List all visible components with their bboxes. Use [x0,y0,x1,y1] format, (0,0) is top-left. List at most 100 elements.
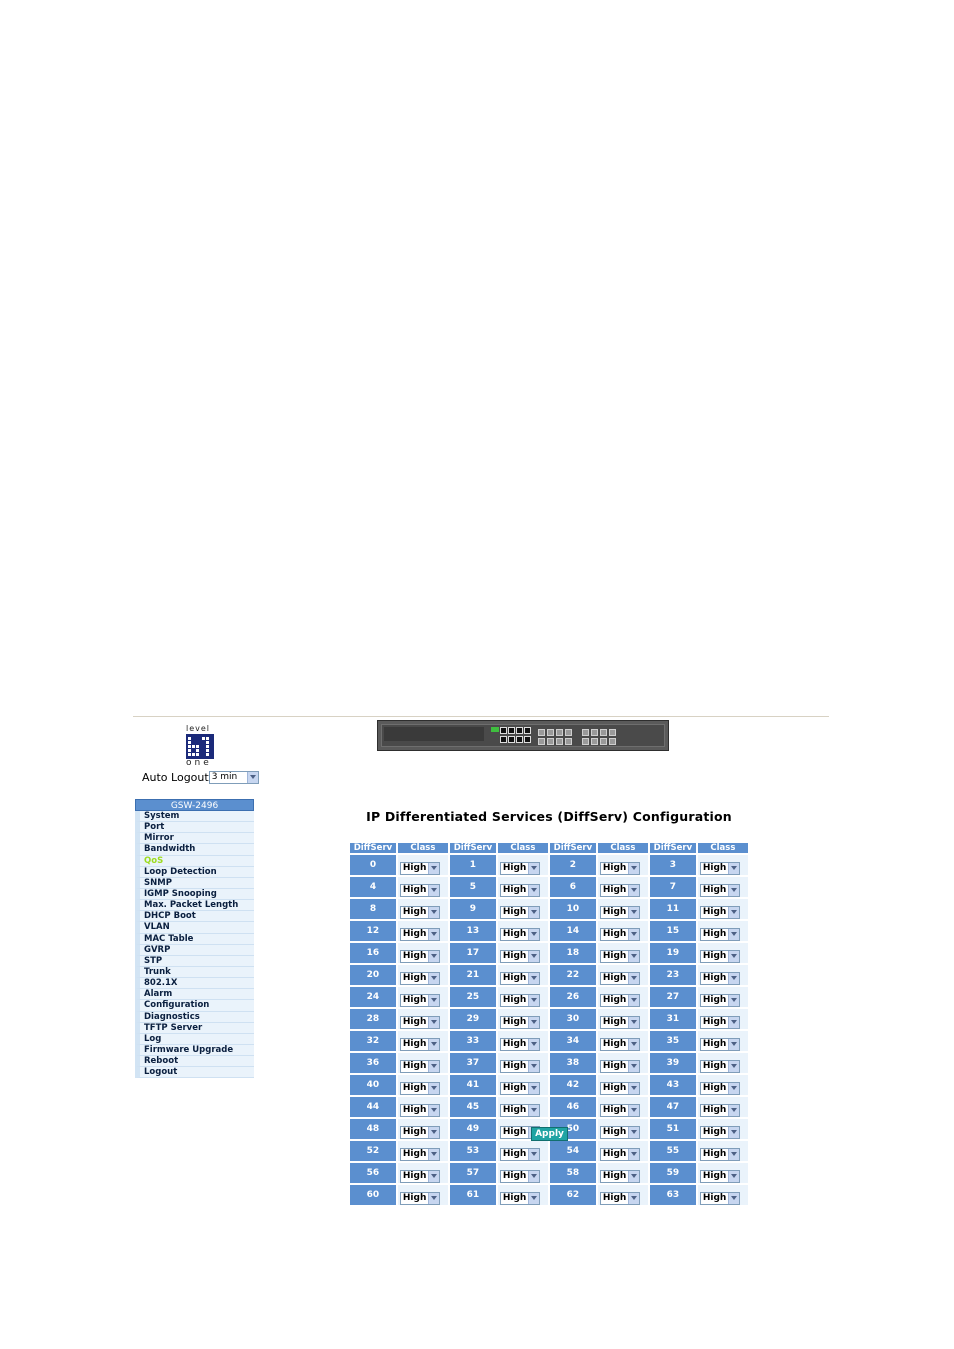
chevron-down-icon[interactable] [628,1061,639,1072]
chevron-down-icon[interactable] [428,995,439,1006]
chevron-down-icon[interactable] [628,863,639,874]
chevron-down-icon[interactable] [728,1127,739,1138]
class-select[interactable]: High [699,1192,740,1205]
chevron-down-icon[interactable] [428,1083,439,1094]
sidebar-item-log[interactable]: Log [135,1033,254,1045]
sidebar-item-system[interactable]: System [135,811,254,823]
chevron-down-icon[interactable] [528,1017,539,1028]
class-select[interactable]: High [699,906,740,919]
chevron-down-icon[interactable] [528,885,539,896]
chevron-down-icon[interactable] [728,907,739,918]
chevron-down-icon[interactable] [728,995,739,1006]
chevron-down-icon[interactable] [528,1193,539,1204]
sidebar-item-igmp-snooping[interactable]: IGMP Snooping [135,888,254,901]
class-select[interactable]: High [699,1126,740,1139]
class-select[interactable]: High [499,972,540,985]
class-select[interactable]: High [699,862,740,875]
chevron-down-icon[interactable] [728,951,739,962]
chevron-down-icon[interactable] [528,973,539,984]
auto-logout-select[interactable]: 3 min [208,770,259,784]
chevron-down-icon[interactable] [428,907,439,918]
class-select[interactable]: High [499,1016,540,1029]
chevron-down-icon[interactable] [628,1105,639,1116]
chevron-down-icon[interactable] [628,907,639,918]
sidebar-item-port[interactable]: Port [135,822,254,834]
class-select[interactable]: High [399,862,440,875]
chevron-down-icon[interactable] [728,1193,739,1204]
class-select[interactable]: High [699,1060,740,1073]
chevron-down-icon[interactable] [428,1039,439,1050]
class-select[interactable]: High [499,862,540,875]
chevron-down-icon[interactable] [628,1017,639,1028]
sidebar-item-vlan[interactable]: VLAN [135,922,254,934]
class-select[interactable]: High [599,1170,640,1183]
chevron-down-icon[interactable] [428,1127,439,1138]
sidebar-item-logout[interactable]: Logout [135,1067,254,1079]
class-select[interactable]: High [599,862,640,875]
chevron-down-icon[interactable] [428,973,439,984]
chevron-down-icon[interactable] [528,951,539,962]
sidebar-item-bandwidth[interactable]: Bandwidth [135,844,254,856]
class-select[interactable]: High [599,1126,640,1139]
chevron-down-icon[interactable] [628,1083,639,1094]
class-select[interactable]: High [599,1104,640,1117]
sidebar-item-snmp[interactable]: SNMP [135,877,254,889]
sidebar-item-gvrp[interactable]: GVRP [135,944,254,956]
chevron-down-icon[interactable] [628,885,639,896]
chevron-down-icon[interactable] [528,1083,539,1094]
sidebar-item-alarm[interactable]: Alarm [135,989,254,1001]
class-select[interactable]: High [699,928,740,941]
class-select[interactable]: High [599,1192,640,1205]
sidebar-item-reboot[interactable]: Reboot [135,1056,254,1068]
class-select[interactable]: High [399,1192,440,1205]
chevron-down-icon[interactable] [728,1039,739,1050]
class-select[interactable]: High [499,1082,540,1095]
chevron-down-icon[interactable] [528,1061,539,1072]
class-select[interactable]: High [699,1148,740,1161]
class-select[interactable]: High [399,1104,440,1117]
class-select[interactable]: High [499,950,540,963]
chevron-down-icon[interactable] [728,1149,739,1160]
chevron-down-icon[interactable] [728,863,739,874]
sidebar-item-802-1x[interactable]: 802.1X [135,978,254,990]
class-select[interactable]: High [699,1170,740,1183]
apply-button[interactable]: Apply [531,1127,568,1141]
chevron-down-icon[interactable] [428,1105,439,1116]
chevron-down-icon[interactable] [728,1061,739,1072]
class-select[interactable]: High [399,1038,440,1051]
class-select[interactable]: High [399,1016,440,1029]
class-select[interactable]: High [699,1016,740,1029]
chevron-down-icon[interactable] [528,929,539,940]
chevron-down-icon[interactable] [246,771,258,783]
class-select[interactable]: High [499,1060,540,1073]
chevron-down-icon[interactable] [428,1193,439,1204]
class-select[interactable]: High [599,994,640,1007]
class-select[interactable]: High [399,1060,440,1073]
class-select[interactable]: High [599,906,640,919]
chevron-down-icon[interactable] [628,951,639,962]
class-select[interactable]: High [599,928,640,941]
sidebar-item-diagnostics[interactable]: Diagnostics [135,1011,254,1023]
class-select[interactable]: High [399,1126,440,1139]
class-select[interactable]: High [499,906,540,919]
sidebar-item-mac-table[interactable]: MAC Table [135,933,254,945]
chevron-down-icon[interactable] [628,929,639,940]
chevron-down-icon[interactable] [628,1039,639,1050]
chevron-down-icon[interactable] [628,973,639,984]
chevron-down-icon[interactable] [428,1017,439,1028]
class-select[interactable]: High [699,950,740,963]
class-select[interactable]: High [699,994,740,1007]
chevron-down-icon[interactable] [728,929,739,940]
class-select[interactable]: High [399,1082,440,1095]
class-select[interactable]: High [399,994,440,1007]
chevron-down-icon[interactable] [528,1149,539,1160]
class-select[interactable]: High [599,950,640,963]
chevron-down-icon[interactable] [728,885,739,896]
chevron-down-icon[interactable] [628,1149,639,1160]
chevron-down-icon[interactable] [428,1149,439,1160]
chevron-down-icon[interactable] [628,995,639,1006]
class-select[interactable]: High [399,906,440,919]
chevron-down-icon[interactable] [428,1171,439,1182]
class-select[interactable]: High [399,1148,440,1161]
sidebar-item-tftp-server[interactable]: TFTP Server [135,1022,254,1034]
